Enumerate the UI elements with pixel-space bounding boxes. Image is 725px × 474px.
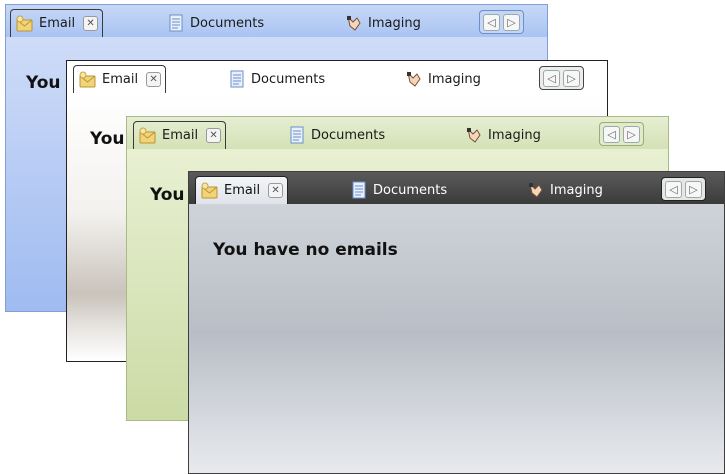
empty-message: You	[150, 185, 185, 205]
tab-scroll-group: ◁ ▷	[661, 177, 706, 201]
chevron-right-icon[interactable]: ▷	[623, 125, 640, 143]
tab-label: Documents	[373, 182, 448, 198]
tab-documents[interactable]: Documents	[227, 65, 333, 93]
hand-icon	[526, 181, 546, 199]
hand-icon	[464, 126, 484, 144]
close-icon[interactable]: ✕	[83, 16, 99, 31]
document-icon	[287, 126, 307, 144]
chevron-left-icon[interactable]: ◁	[543, 69, 560, 87]
tab-strip: Email ✕ Documents Imaging ◁ ▷	[67, 61, 607, 93]
tab-email[interactable]: Email ✕	[10, 9, 104, 37]
hand-icon	[344, 14, 364, 32]
tab-documents[interactable]: Documents	[349, 176, 455, 204]
envelope-icon	[138, 127, 158, 145]
document-icon	[227, 70, 247, 88]
tab-scroll-group: ◁ ▷	[539, 66, 584, 90]
tab-scroll-group: ◁ ▷	[479, 10, 524, 34]
chevron-right-icon[interactable]: ▷	[685, 180, 702, 198]
tab-email[interactable]: Email ✕	[133, 121, 227, 149]
close-icon[interactable]: ✕	[206, 128, 222, 143]
tab-imaging[interactable]: Imaging	[344, 9, 429, 37]
tab-imaging[interactable]: Imaging	[526, 176, 611, 204]
close-icon[interactable]: ✕	[146, 72, 162, 87]
chevron-left-icon[interactable]: ◁	[603, 125, 620, 143]
tab-label: Email	[162, 128, 199, 143]
envelope-icon	[78, 71, 98, 89]
tab-label: Imaging	[488, 127, 541, 143]
tab-strip: Email ✕ Documents Imaging ◁ ▷	[127, 117, 668, 149]
tab-imaging[interactable]: Imaging	[464, 121, 549, 149]
tab-control-dark: Email ✕ Documents Imaging ◁ ▷ You have n…	[188, 171, 725, 474]
tab-email[interactable]: Email ✕	[73, 65, 167, 93]
tab-label: Imaging	[368, 15, 421, 31]
document-icon	[166, 14, 186, 32]
tab-label: Documents	[251, 71, 326, 87]
chevron-right-icon[interactable]: ▷	[503, 13, 520, 31]
close-icon[interactable]: ✕	[268, 183, 284, 198]
empty-message: You	[26, 73, 61, 93]
empty-message: You have no emails	[213, 240, 398, 260]
tab-scroll-group: ◁ ▷	[599, 122, 644, 146]
tab-content: You have no emails	[189, 204, 724, 473]
tab-label: Email	[224, 183, 261, 198]
tab-label: Imaging	[550, 182, 603, 198]
tab-label: Email	[39, 16, 76, 31]
tab-imaging[interactable]: Imaging	[404, 65, 489, 93]
tab-documents[interactable]: Documents	[287, 121, 393, 149]
tab-label: Documents	[311, 127, 386, 143]
tab-strip: Email ✕ Documents Imaging ◁ ▷	[189, 172, 724, 204]
envelope-icon	[15, 15, 35, 33]
envelope-icon	[200, 182, 220, 200]
document-icon	[349, 181, 369, 199]
tab-strip: Email ✕ Documents Imaging ◁ ▷	[6, 5, 547, 37]
tab-label: Email	[102, 72, 139, 87]
chevron-left-icon[interactable]: ◁	[665, 180, 682, 198]
tab-documents[interactable]: Documents	[166, 9, 272, 37]
chevron-left-icon[interactable]: ◁	[483, 13, 500, 31]
hand-icon	[404, 70, 424, 88]
chevron-right-icon[interactable]: ▷	[563, 69, 580, 87]
tab-label: Documents	[190, 15, 265, 31]
tab-email[interactable]: Email ✕	[195, 176, 289, 204]
tab-label: Imaging	[428, 71, 481, 87]
empty-message: You	[90, 129, 125, 149]
